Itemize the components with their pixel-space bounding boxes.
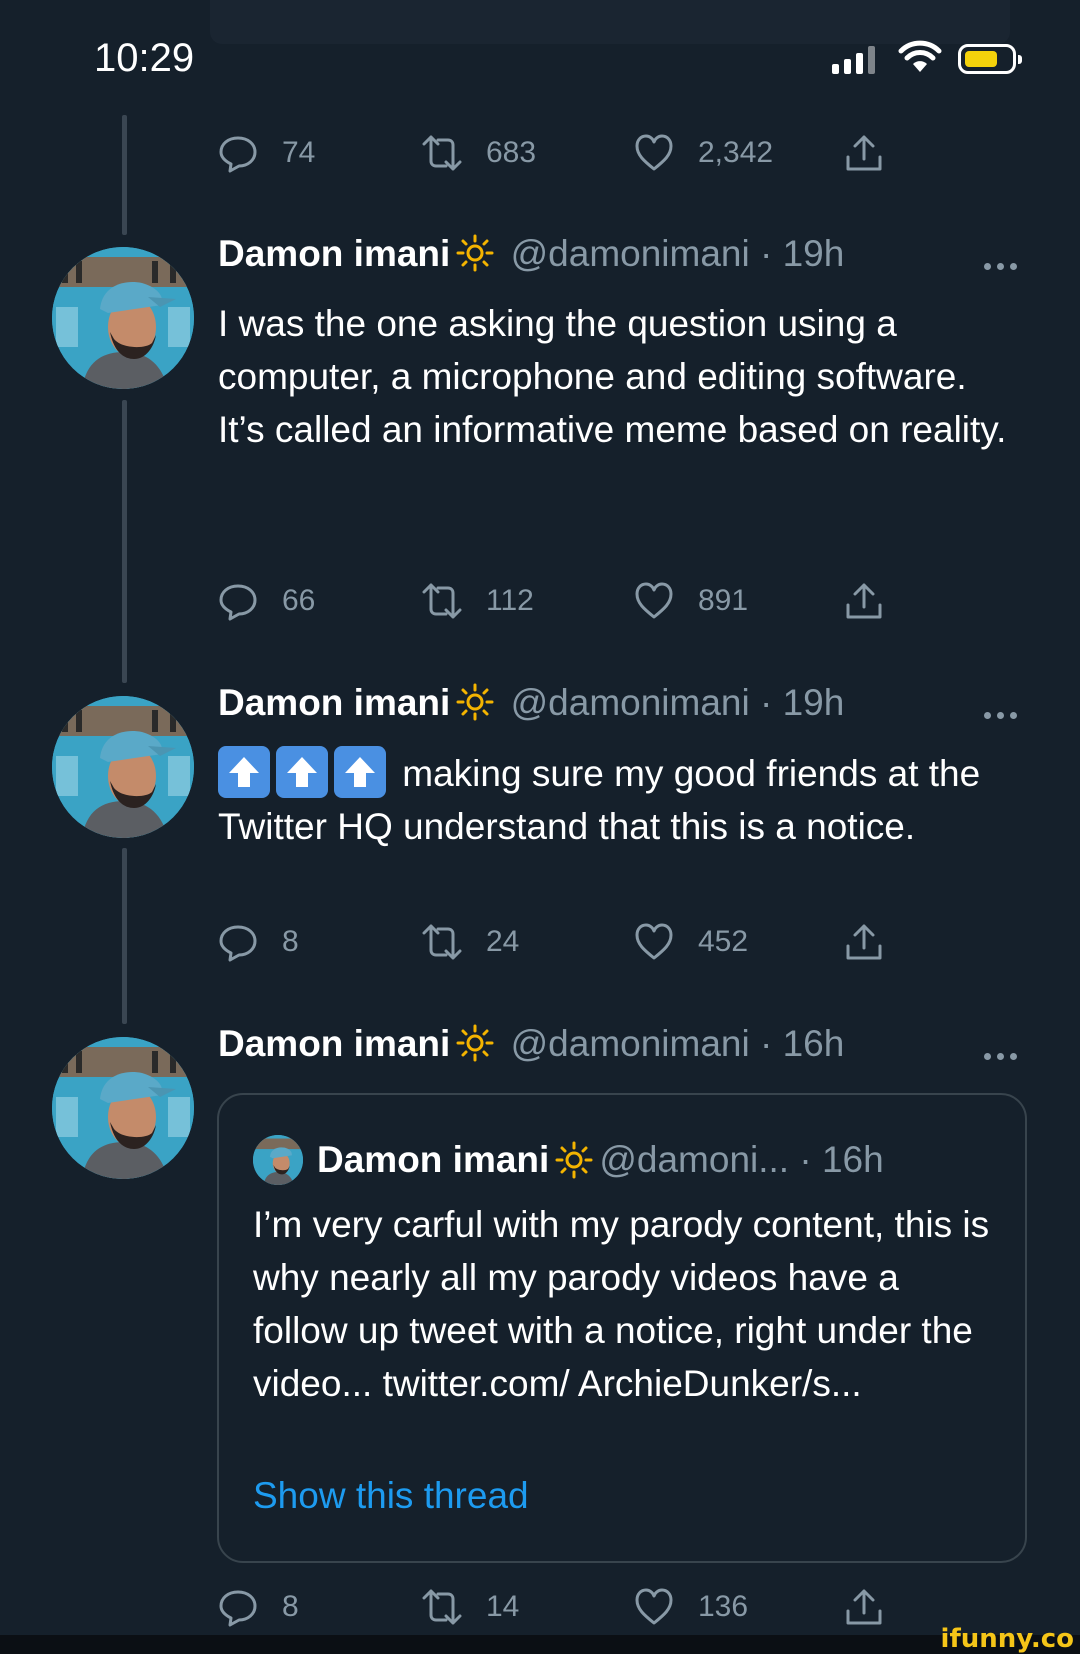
retweet-button[interactable]: 683	[422, 133, 536, 173]
share-button[interactable]	[844, 133, 884, 173]
quoted-display-name: Damon imani	[317, 1139, 550, 1180]
retweet-icon	[422, 924, 462, 960]
like-button[interactable]: 452	[634, 922, 748, 962]
like-button[interactable]: 891	[634, 581, 748, 621]
reply-count: 8	[282, 1590, 299, 1623]
avatar[interactable]	[52, 1037, 194, 1179]
sun-emoji-icon	[456, 683, 494, 721]
blurred-header	[210, 0, 1010, 44]
tweet-actions: 66 112 891	[218, 581, 918, 631]
retweet-button[interactable]: 24	[422, 922, 519, 962]
quoted-tweet-time: · 16h	[799, 1139, 884, 1180]
retweet-icon	[422, 583, 462, 619]
heart-icon	[635, 582, 673, 619]
tweet-header: Damon imani @damonimani · 19h	[218, 682, 844, 724]
like-count: 891	[698, 584, 749, 617]
user-handle[interactable]: @damonimani	[511, 1023, 750, 1064]
display-name[interactable]: Damon imani	[218, 1023, 450, 1064]
tweet-time: · 19h	[760, 682, 845, 723]
more-options-icon[interactable]	[984, 1053, 1017, 1060]
like-count: 2,342	[698, 136, 774, 169]
tweet-paragraph: making sure my good friends at the Twitt…	[218, 746, 1008, 853]
reply-button[interactable]: 74	[218, 133, 315, 173]
quoted-tweet-text: I’m very carful with my parody content, …	[253, 1198, 993, 1410]
heart-icon	[635, 134, 673, 171]
user-handle[interactable]: @damonimani	[511, 682, 750, 723]
tweet-text: making sure my good friends at the Twitt…	[218, 746, 1008, 853]
share-icon	[846, 583, 882, 619]
like-button[interactable]: 136	[634, 1587, 748, 1627]
sun-emoji-icon	[456, 1024, 494, 1062]
up-arrow-emoji-icon	[334, 746, 386, 798]
wifi-icon	[898, 40, 942, 72]
quoted-tweet-header: Damon imani @damoni... · 16h	[253, 1135, 884, 1185]
retweet-icon	[422, 1589, 462, 1625]
avatar[interactable]	[52, 247, 194, 389]
cellular-signal-icon	[832, 44, 875, 74]
retweet-count: 24	[486, 925, 520, 958]
like-button[interactable]: 2,342	[634, 133, 773, 173]
sun-emoji-icon	[456, 234, 494, 272]
reply-count: 8	[282, 925, 299, 958]
tweet-actions: 74 683 2,342	[218, 133, 918, 183]
display-name[interactable]: Damon imani	[218, 682, 450, 723]
quoted-user-handle: @damoni...	[599, 1139, 790, 1180]
status-time: 10:29	[94, 36, 195, 80]
tweet-actions: 8 14 136	[218, 1587, 918, 1637]
bottom-band	[0, 1635, 1080, 1654]
reply-count: 74	[282, 136, 316, 169]
share-button[interactable]	[844, 922, 884, 962]
avatar[interactable]	[52, 696, 194, 838]
share-icon	[846, 924, 882, 960]
tweet-time: · 16h	[760, 1023, 845, 1064]
heart-icon	[635, 1588, 673, 1625]
retweet-count: 683	[486, 136, 537, 169]
retweet-button[interactable]: 14	[422, 1587, 519, 1627]
tweet-paragraph: It’s called an informative meme based on…	[218, 409, 1007, 450]
reply-button[interactable]: 66	[218, 581, 315, 621]
reply-button[interactable]: 8	[218, 1587, 299, 1627]
show-thread-link[interactable]: Show this thread	[253, 1475, 529, 1517]
reply-icon	[219, 925, 257, 962]
retweet-count: 14	[486, 1590, 520, 1623]
up-arrow-emoji-icon	[218, 746, 270, 798]
retweet-icon	[422, 135, 462, 171]
heart-icon	[635, 923, 673, 960]
more-options-icon[interactable]	[984, 712, 1017, 719]
status-bar: 10:29	[0, 0, 1080, 120]
reply-icon	[219, 584, 257, 621]
reply-button[interactable]: 8	[218, 922, 299, 962]
thread-line	[122, 400, 127, 683]
display-name[interactable]: Damon imani	[218, 233, 450, 274]
tweet-time: · 19h	[760, 233, 845, 274]
like-count: 136	[698, 1590, 749, 1623]
quoted-tweet-paragraph: I’m very carful with my parody content, …	[253, 1204, 990, 1404]
thread-line	[122, 848, 127, 1024]
thread-line	[122, 115, 127, 235]
tweet-paragraph: I was the one asking the question using …	[218, 303, 967, 397]
share-button[interactable]	[844, 1587, 884, 1627]
user-handle[interactable]: @damonimani	[511, 233, 750, 274]
reply-icon	[219, 1590, 257, 1627]
retweet-button[interactable]: 112	[422, 581, 534, 621]
like-count: 452	[698, 925, 749, 958]
share-icon	[846, 135, 882, 171]
tweet-text: I was the one asking the question using …	[218, 297, 1008, 456]
reply-icon	[219, 136, 257, 173]
reply-count: 66	[282, 584, 316, 617]
tweet-paragraph-text: making sure my good friends at the Twitt…	[218, 753, 981, 847]
avatar	[253, 1135, 303, 1185]
retweet-count: 112	[486, 584, 534, 617]
tweet-header: Damon imani @damonimani · 16h	[218, 1023, 844, 1065]
quoted-tweet-card[interactable]: Damon imani @damoni... · 16h I’m very ca…	[217, 1093, 1027, 1563]
sun-emoji-icon	[555, 1141, 593, 1179]
battery-icon	[958, 44, 1022, 74]
share-button[interactable]	[844, 581, 884, 621]
watermark: ifunny.co	[940, 1624, 1074, 1654]
share-icon	[846, 1589, 882, 1625]
tweet-header: Damon imani @damonimani · 19h	[218, 233, 844, 275]
up-arrow-emoji-icon	[276, 746, 328, 798]
more-options-icon[interactable]	[984, 263, 1017, 270]
tweet-actions: 8 24 452	[218, 922, 918, 972]
